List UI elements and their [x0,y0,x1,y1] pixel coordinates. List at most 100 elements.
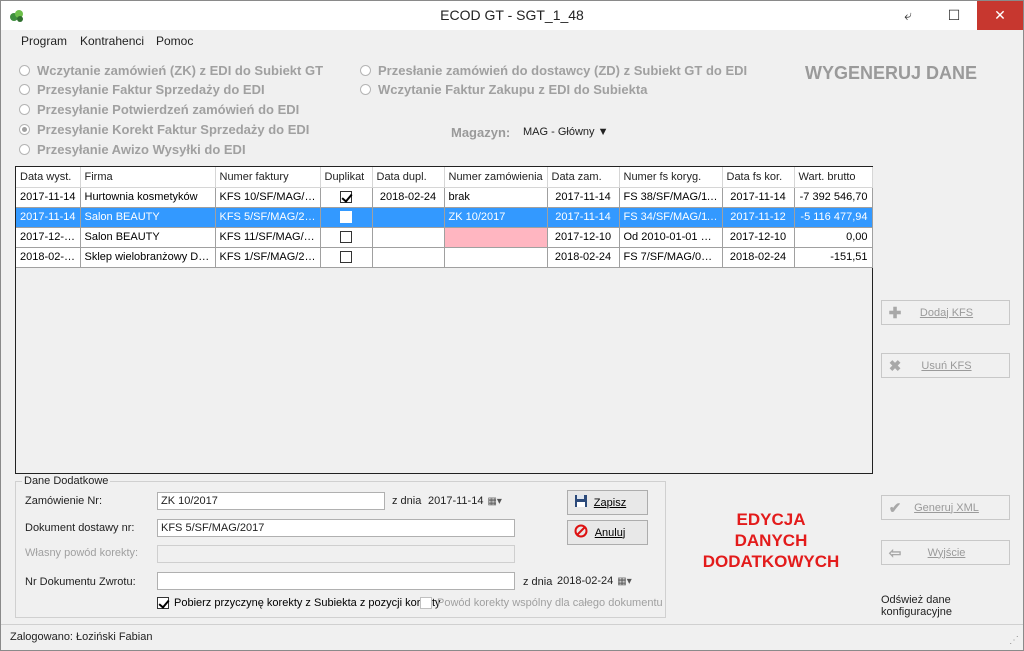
table-cell[interactable]: 0,00 [794,227,873,248]
table-row[interactable]: 2017-11-14 Salon BEAUTY KFS 5/SF/MAG/2017 Z… [16,207,873,228]
table-cell[interactable] [320,227,373,248]
table-cell[interactable]: 2018-02-24 [722,247,795,268]
table-cell[interactable]: Salon BEAUTY [80,227,216,248]
table-cell[interactable]: Hurtownia kosmetyków [80,187,216,208]
radio-indicator [19,104,30,115]
mode-radio-korekty[interactable]: Przesyłanie Korekt Faktur Sprzedaży do E… [19,122,309,137]
menu-pomoc[interactable]: Pomoc [156,34,193,48]
generate-xml-button[interactable]: ✔ Generuj XML [881,495,1010,520]
duplicate-checkbox[interactable] [340,191,352,204]
common-reason-checkbox[interactable]: Powód korekty wspólny dla całego dokumen… [420,597,663,609]
return-date-picker[interactable]: 2018-02-24 ▦▾ [555,572,634,590]
column-header[interactable]: Duplikat [320,167,373,188]
table-cell[interactable]: Od 2010-01-01 do 2... [619,227,723,248]
delivery-doc-field[interactable]: KFS 5/SF/MAG/2017 [157,519,515,537]
menu-kontrahenci[interactable]: Kontrahenci [80,34,144,48]
table-cell[interactable]: Salon BEAUTY [80,207,216,228]
mode-label: Wczytanie zamówień (ZK) z EDI do Subiekt… [37,63,324,78]
close-button[interactable]: ✕ [977,1,1023,30]
table-row[interactable]: 2017-11-14 Hurtownia kosmetyków KFS 10/SF/… [16,187,873,208]
table-cell[interactable] [320,187,373,208]
generate-data-label[interactable]: WYGENERUJ DANE [805,63,977,84]
return-doc-field[interactable] [157,572,515,590]
table-cell[interactable]: FS 34/SF/MAG/11/... [619,207,723,228]
table-cell[interactable]: -7 392 546,70 [794,187,873,208]
table-cell[interactable]: KFS 1/SF/MAG/2018 [215,247,321,268]
table-cell[interactable]: 2018-02-24 [547,247,620,268]
mode-radio-fz[interactable]: Wczytanie Faktur Zakupu z EDI do Subiekt… [360,82,647,97]
duplicate-checkbox[interactable] [340,211,352,224]
table-cell[interactable]: 2017-12-10 [16,227,81,248]
order-number-field[interactable]: ZK 10/2017 [157,492,385,510]
exit-button[interactable]: ⇦ Wyjście [881,540,1010,565]
table-cell[interactable]: KFS 10/SF/MAG/2... [215,187,321,208]
table-cell[interactable] [372,247,445,268]
magazyn-select[interactable]: MAG - Główny ▼ [523,126,608,138]
table-cell[interactable]: KFS 11/SF/MAG/2... [215,227,321,248]
minimize-button[interactable]: ⤶ [885,1,931,30]
table-cell[interactable]: 2018-02-24 [372,187,445,208]
table-cell[interactable]: 2017-11-14 [722,187,795,208]
return-date-label: z dnia [523,576,553,588]
column-header[interactable]: Data dupl. [372,167,445,188]
table-cell[interactable] [320,207,373,228]
mode-radio-potw[interactable]: Przesyłanie Potwierdzeń zamówień do EDI [19,102,299,117]
table-cell[interactable]: -151,51 [794,247,873,268]
mode-radio-awizo[interactable]: Przesyłanie Awizo Wysyłki do EDI [19,142,246,157]
duplicate-checkbox[interactable] [340,251,352,264]
table-cell[interactable]: 2017-12-10 [547,227,620,248]
remove-kfs-button[interactable]: ✖ Usuń KFS [881,353,1010,378]
cancel-button[interactable]: Anuluj [567,520,648,545]
table-row[interactable]: 2017-12-10 Salon BEAUTY KFS 11/SF/MAG/2...… [16,227,873,248]
table-cell[interactable]: 2017-11-12 [722,207,795,228]
save-button[interactable]: Zapisz [567,490,648,515]
table-cell[interactable]: FS 7/SF/MAG/02/2... [619,247,723,268]
edit-additional-data-banner: EDYCJA DANYCH DODATKOWYCH [673,509,869,572]
column-header[interactable]: Firma [80,167,216,188]
duplicate-checkbox[interactable] [340,231,352,244]
column-header[interactable]: Numer faktury [215,167,321,188]
table-cell[interactable]: FS 38/SF/MAG/11/... [619,187,723,208]
table-cell[interactable]: ZK 10/2017 [444,207,548,228]
resize-grip-icon[interactable]: ⋰ [1009,635,1019,646]
table-cell[interactable] [372,227,445,248]
status-bar: Zalogowano: Łoziński Fabian ⋰ [1,624,1023,650]
invoices-grid[interactable]: Data wyst. Firma Numer faktury Duplikat Data… [15,166,873,474]
maximize-icon: ☐ [947,7,961,23]
table-cell[interactable]: 2018-02-24 [16,247,81,268]
save-icon [571,494,591,511]
table-cell[interactable]: KFS 5/SF/MAG/2017 [215,207,321,228]
maximize-button[interactable]: ☐ [931,1,977,30]
column-header[interactable]: Data fs kor. [722,167,795,188]
refresh-config-link[interactable]: Odśwież dane konfiguracyjne [881,594,1023,618]
column-header[interactable]: Wart. brutto [794,167,873,188]
table-cell[interactable] [444,247,548,268]
table-cell[interactable] [372,207,445,228]
own-reason-field[interactable] [157,545,515,563]
table-cell[interactable]: 2017-11-14 [547,207,620,228]
mode-radio-fs[interactable]: Przesyłanie Faktur Sprzedaży do EDI [19,82,265,97]
table-cell[interactable]: 2017-12-10 [722,227,795,248]
fetch-reason-checkbox[interactable]: Pobierz przyczynę korekty z Subiekta z p… [157,597,441,609]
table-row[interactable]: 2018-02-24 Sklep wielobranżowy DOM... KFS … [16,247,873,268]
table-cell[interactable] [444,227,548,248]
table-cell[interactable] [320,247,373,268]
table-cell[interactable]: 2017-11-14 [16,187,81,208]
column-header[interactable]: Data wyst. [16,167,81,188]
add-kfs-button[interactable]: ✚ Dodaj KFS [881,300,1010,325]
column-header[interactable]: Data zam. [547,167,620,188]
table-cell[interactable]: -5 116 477,94 [794,207,873,228]
order-date-picker[interactable]: 2017-11-14 ▦▾ [426,492,504,510]
column-header[interactable]: Numer zamówienia [444,167,548,188]
mode-radio-zk[interactable]: Wczytanie zamówień (ZK) z EDI do Subiekt… [19,63,323,78]
minimize-icon: ⤶ [904,7,912,23]
mode-label: Przesyłanie Potwierdzeń zamówień do EDI [37,102,300,117]
menu-program[interactable]: Program [21,34,67,48]
table-cell[interactable]: 2017-11-14 [16,207,81,228]
table-cell[interactable]: brak [444,187,548,208]
table-cell[interactable]: 2017-11-14 [547,187,620,208]
magazyn-label: Magazyn: [451,125,511,140]
column-header[interactable]: Numer fs koryg. [619,167,723,188]
table-cell[interactable]: Sklep wielobranżowy DOM... [80,247,216,268]
mode-radio-zd[interactable]: Przesłanie zamówień do dostawcy (ZD) z S… [360,63,747,78]
